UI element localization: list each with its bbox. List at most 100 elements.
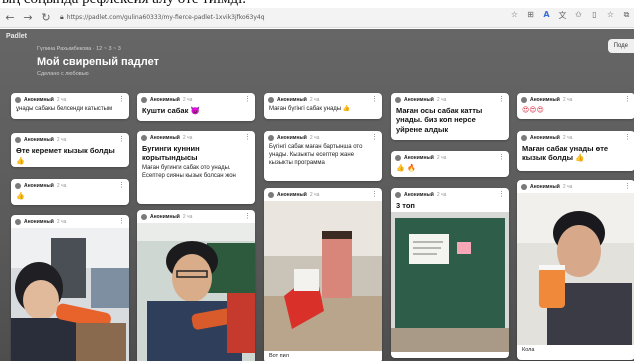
post-title: 3 топ [396,201,415,210]
post-author: Анонимный [404,154,434,161]
avatar [268,134,274,141]
favorites-icon[interactable]: ☆ [605,10,616,21]
post-author: Анонимный [24,182,54,189]
post-caption: Вот пил [269,353,289,359]
more-icon[interactable]: ⋮ [498,96,505,103]
post-time: 2 ча [309,96,320,103]
post-author: Анонимный [530,183,560,190]
heart-eyes-icons: 😍😍😍 [522,106,544,114]
more-icon[interactable]: ⋮ [118,96,125,103]
post-card[interactable]: Анонимный 2 ча ⋮ [137,210,255,361]
avatar [268,191,274,198]
board-meta: Гүлина Рахымбекова · 12 ~ 3 ~ 3 [37,46,121,52]
post-time: 2 ча [56,136,67,143]
post-photo[interactable] [391,212,509,353]
post-time: 2 ча [309,191,320,198]
avatar [15,96,21,103]
post-title: Өте керемет кызык болды [16,146,115,155]
post-time: 2 ча [182,96,193,103]
avatar [15,136,21,143]
more-icon[interactable]: ⋮ [244,96,251,103]
post-card[interactable]: Анонимный 2 ча ⋮ 👍 [11,179,129,205]
share-button[interactable]: Поде [607,39,634,53]
post-card[interactable]: Анонимный 2 ча ⋮ Бугинги куннин корытындыс… [137,131,255,204]
post-card[interactable]: Анонимный 2 ча ⋮ Өте керемет кызык болды 👍 [11,133,129,167]
more-icon[interactable]: ⋮ [244,134,251,141]
more-icon[interactable]: ⋮ [498,154,505,161]
post-card[interactable]: Анонимный 2 ча ⋮ Вот пил [264,188,382,361]
more-icon[interactable]: ⋮ [244,213,251,220]
padlet-logo[interactable]: Padlet [6,33,27,40]
post-photo[interactable] [137,223,255,361]
post-card[interactable]: Анонимный 2 ча ⋮ Кушти сабак 😈 [137,93,255,121]
split-screen-icon[interactable]: ▯ [589,10,600,21]
post-time: 2 ча [436,191,447,198]
collections-icon[interactable]: ⧉ [621,10,632,21]
padlet-board: Padlet Поде Гүлина Рахымбекова · 12 ~ 3 … [0,29,634,361]
post-time: 2 ча [562,96,573,103]
post-card[interactable]: Анонимный 2 ча ⋮ 😍😍😍 [517,93,634,119]
thumbs-up-icon: 👍 [16,192,25,200]
avatar [141,134,147,141]
post-time: 2 ча [182,213,193,220]
grid-icon[interactable]: ⊞ [525,10,536,21]
browser-toolbar: ← → ↻ 🔒︎ https://padlet.com/gulina60333/… [0,8,634,28]
student-smiling-image [137,223,255,361]
more-icon[interactable]: ⋮ [624,183,631,190]
post-card[interactable]: Анонимный 2 ча ⋮ [11,215,129,361]
post-text: Маған бүгінгі сабак унады 👍 [269,106,351,112]
post-card[interactable]: Анонимный 2 ча ⋮ Кола [517,180,634,360]
post-title: Маған осы сабак катты унады. биз коп нер… [396,106,483,134]
post-card[interactable]: Анонимный 2 ча ⋮ ұнады сабакы белсенди кат… [11,93,129,119]
translate-icon[interactable]: 文 [557,10,568,21]
post-time: 2 ча [56,218,67,225]
favorite-icon[interactable]: ✩ [573,10,584,21]
post-card[interactable]: Анонимный 2 ча ⋮ 👍 🔥 [391,151,509,177]
post-author: Анонимный [24,218,54,225]
student-drinking-image [11,228,129,361]
address-bar[interactable]: 🔒︎ https://padlet.com/gulina60333/my-fie… [60,13,265,22]
forward-arrow-icon[interactable]: → [20,10,36,26]
reader-icon[interactable]: A [541,10,552,21]
post-author: Анонимный [530,134,560,141]
avatar [15,218,21,225]
post-card[interactable]: Анонимный 2 ча ⋮ Маған бүгінгі сабак унады… [264,93,382,119]
post-time: 2 ча [436,154,447,161]
more-icon[interactable]: ⋮ [498,191,505,198]
post-author: Анонимный [150,134,180,141]
post-time: 2 ча [562,183,573,190]
avatar [141,96,147,103]
post-text: Бүгінгі сабак маған бартынша ото унады. … [269,144,363,166]
board-title: Мой свирепый падлет [37,56,159,68]
post-author: Анонимный [24,96,54,103]
post-card[interactable]: Анонимный 2 ча ⋮ Маған сабак унады өте кыз… [517,131,634,171]
board-subtitle: Сделано с любовью [37,71,89,77]
reload-icon[interactable]: ↻ [38,10,54,26]
more-icon[interactable]: ⋮ [118,218,125,225]
more-icon[interactable]: ⋮ [624,96,631,103]
post-photo[interactable] [517,193,634,345]
classroom-board-image [391,212,509,353]
back-arrow-icon[interactable]: ← [2,10,18,26]
post-card[interactable]: Анонимный 2 ча ⋮ 3 топ [391,188,509,358]
post-text: ұнады сабакы белсенди катыстым [16,106,113,112]
post-author: Анонимный [277,191,307,198]
star-icon[interactable]: ☆ [509,10,520,21]
post-photo[interactable] [264,201,382,351]
post-card[interactable]: Анонимный 2 ча ⋮ Бүгінгі сабак маған барты… [264,131,382,181]
more-icon[interactable]: ⋮ [118,182,125,189]
more-icon[interactable]: ⋮ [371,134,378,141]
avatar [395,191,401,198]
more-icon[interactable]: ⋮ [371,96,378,103]
post-author: Анонимный [404,191,434,198]
post-text: Маған бугинги сабак ото унады. Есептер с… [142,164,236,179]
post-photo[interactable] [11,228,129,361]
post-time: 2 ча [436,96,447,103]
avatar [15,182,21,189]
more-icon[interactable]: ⋮ [624,134,631,141]
more-icon[interactable]: ⋮ [118,136,125,143]
post-card[interactable]: Анонимный 2 ча ⋮ Маған осы сабак катты уна… [391,93,509,140]
post-author: Анонимный [150,213,180,220]
more-icon[interactable]: ⋮ [371,191,378,198]
avatar [521,134,527,141]
